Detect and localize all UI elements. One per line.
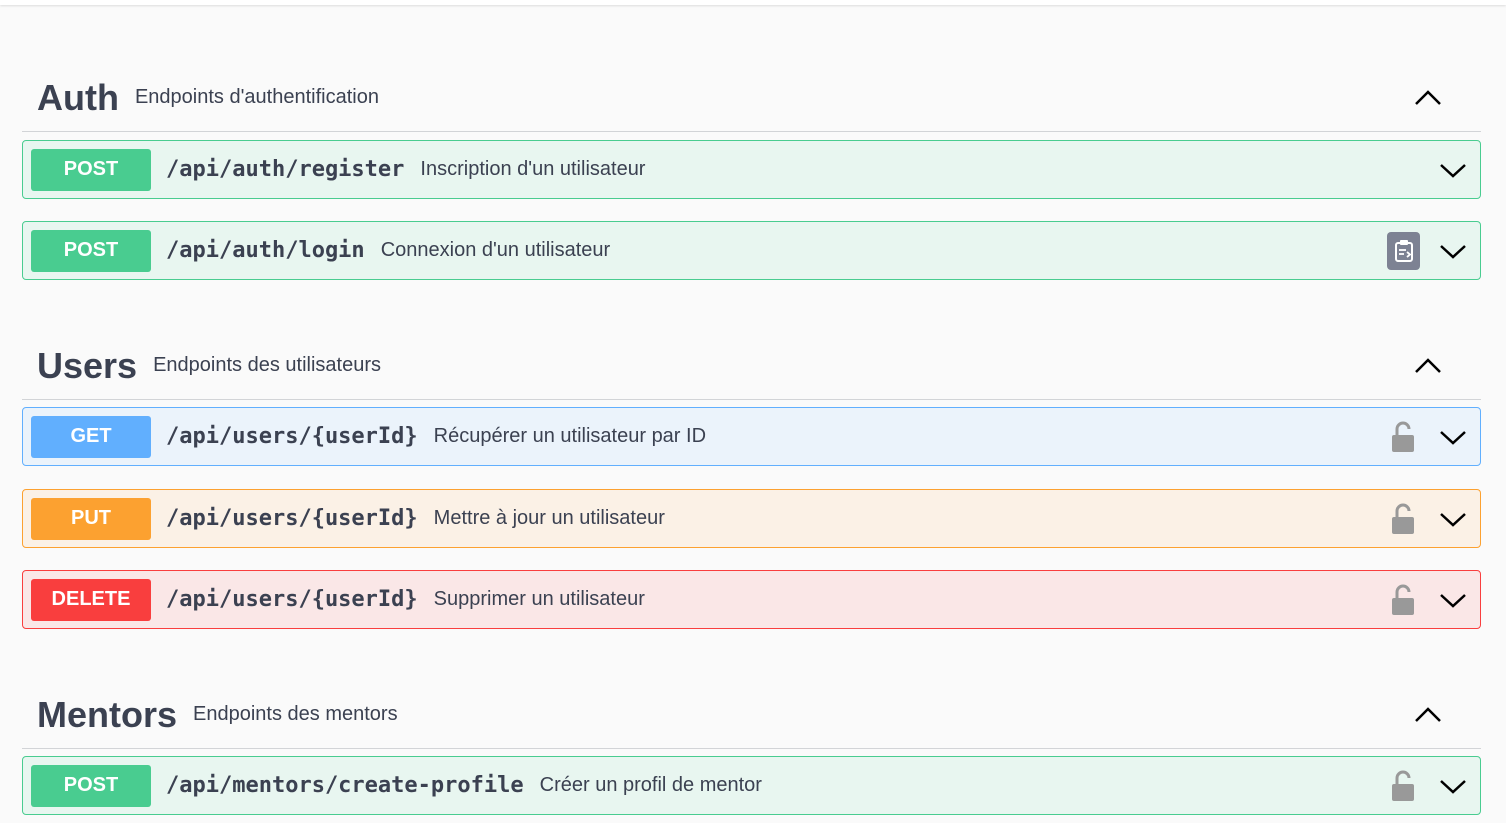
method-badge: DELETE: [31, 578, 151, 621]
operation-summary: Connexion d'un utilisateur: [380, 239, 611, 261]
chevron-up-icon[interactable]: [1413, 354, 1443, 378]
chevron-down-icon[interactable]: [1438, 160, 1468, 180]
tag-title: Users: [37, 344, 138, 386]
operation-path: /api/mentors/create-profile: [166, 773, 524, 798]
tag-description: Endpoints d'authentification: [134, 86, 379, 108]
operation-path: /api/auth/login: [166, 238, 365, 263]
operation-actions: [1390, 757, 1468, 814]
operation-post-mentor-profile[interactable]: POST /api/mentors/create-profile Créer u…: [22, 756, 1481, 815]
chevron-down-icon[interactable]: [1438, 776, 1468, 796]
chevron-down-icon[interactable]: [1438, 509, 1468, 529]
operation-summary: Inscription d'un utilisateur: [420, 158, 646, 180]
chevron-down-icon[interactable]: [1438, 241, 1468, 261]
operation-actions: [1438, 141, 1468, 198]
operation-summary: Récupérer un utilisateur par ID: [433, 425, 707, 447]
tag-title: Auth: [37, 76, 119, 118]
operation-path: /api/users/{userId}: [166, 506, 418, 531]
lock-icon[interactable]: [1390, 421, 1416, 453]
operation-path: /api/users/{userId}: [166, 587, 418, 612]
operation-delete-user[interactable]: DELETE /api/users/{userId} Supprimer un …: [22, 570, 1481, 629]
lock-icon[interactable]: [1390, 503, 1416, 535]
chevron-down-icon[interactable]: [1438, 427, 1468, 447]
chevron-up-icon[interactable]: [1413, 703, 1443, 727]
lock-icon[interactable]: [1390, 770, 1416, 802]
method-badge: POST: [31, 764, 151, 807]
tag-description: Endpoints des mentors: [193, 703, 398, 725]
operation-post-auth-login[interactable]: POST /api/auth/login Connexion d'un util…: [22, 221, 1481, 280]
chevron-down-icon[interactable]: [1438, 590, 1468, 610]
tag-header-mentors[interactable]: Mentors Endpoints des mentors: [22, 681, 1481, 749]
chevron-up-icon[interactable]: [1413, 86, 1443, 110]
operation-summary: Mettre à jour un utilisateur: [433, 507, 665, 529]
copy-to-clipboard-icon[interactable]: [1387, 231, 1420, 270]
operation-actions: [1390, 490, 1468, 547]
method-badge: POST: [31, 148, 151, 191]
lock-icon[interactable]: [1390, 584, 1416, 616]
operation-actions: [1390, 571, 1468, 628]
tag-description: Endpoints des utilisateurs: [153, 354, 381, 376]
operation-summary: Créer un profil de mentor: [539, 774, 762, 796]
tag-header-auth[interactable]: Auth Endpoints d'authentification: [22, 64, 1481, 132]
tag-header-users[interactable]: Users Endpoints des utilisateurs: [22, 332, 1481, 400]
operation-actions: [1387, 222, 1468, 279]
operation-actions: [1390, 408, 1468, 465]
method-badge: GET: [31, 415, 151, 458]
method-badge: PUT: [31, 497, 151, 540]
operation-path: /api/auth/register: [166, 157, 405, 182]
operation-summary: Supprimer un utilisateur: [433, 588, 645, 610]
operation-get-user[interactable]: GET /api/users/{userId} Récupérer un uti…: [22, 407, 1481, 466]
operation-path: /api/users/{userId}: [166, 424, 418, 449]
top-bar: [0, 0, 1506, 5]
tag-title: Mentors: [37, 693, 178, 735]
operation-put-user[interactable]: PUT /api/users/{userId} Mettre à jour un…: [22, 489, 1481, 548]
method-badge: POST: [31, 229, 151, 272]
operation-post-auth-register[interactable]: POST /api/auth/register Inscription d'un…: [22, 140, 1481, 199]
